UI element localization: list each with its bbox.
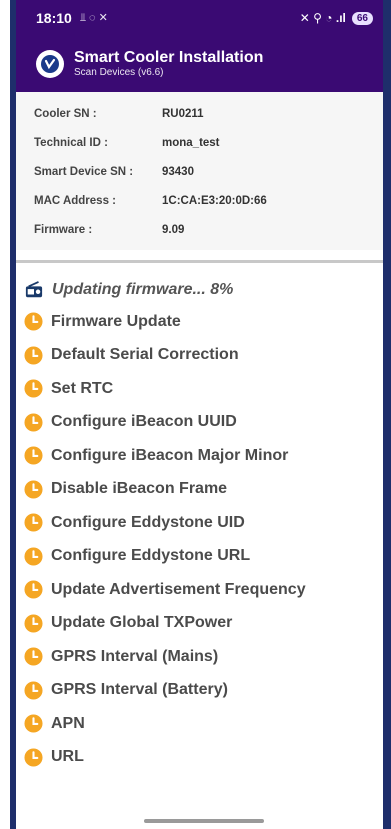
app-bar: Smart Cooler Installation Scan Devices (… <box>16 36 383 92</box>
task-label: Configure Eddystone URL <box>51 547 251 565</box>
task-label: Disable iBeacon Frame <box>51 480 228 498</box>
pending-clock-icon <box>24 346 43 365</box>
task-item: Configure Eddystone UID <box>24 506 383 540</box>
task-label: Configure iBeacon UUID <box>51 413 237 431</box>
system-icons: ✕ ⚲ ◔ .ıl <box>299 11 346 25</box>
screen: 18:10 ⫫ ◌ ✕ ✕ ⚲ ◔ .ıl 66 Smart Cooler In… <box>16 0 383 829</box>
pending-clock-icon <box>24 513 43 532</box>
status-left: 18:10 ⫫ ◌ ✕ <box>36 10 108 26</box>
task-item: APN <box>24 707 383 741</box>
info-row-smart-device-sn: Smart Device SN : 93430 <box>28 157 371 186</box>
pending-clock-icon <box>24 480 43 499</box>
phone-frame: 18:10 ⫫ ◌ ✕ ✕ ⚲ ◔ .ıl 66 Smart Cooler In… <box>0 0 391 829</box>
pending-clock-icon <box>24 547 43 566</box>
cooler-sn-label: Cooler SN : <box>34 107 97 120</box>
task-list: Updating firmware... 8% Firmware Update … <box>16 269 383 774</box>
info-row-cooler-sn: Cooler SN : RU0211 <box>28 99 371 128</box>
pending-clock-icon <box>24 312 43 331</box>
task-label: Default Serial Correction <box>51 346 239 364</box>
separator <box>16 260 383 263</box>
status-bar: 18:10 ⫫ ◌ ✕ ✕ ⚲ ◔ .ıl 66 <box>16 0 383 36</box>
task-label: Configure Eddystone UID <box>51 513 245 531</box>
mac-address-label: MAC Address : <box>34 194 116 207</box>
info-row-firmware: Firmware : 9.09 <box>28 215 371 244</box>
pending-clock-icon <box>24 580 43 599</box>
task-item: GPRS Interval (Battery) <box>24 674 383 708</box>
battery-icon: 66 <box>351 11 373 25</box>
pending-clock-icon <box>24 446 43 465</box>
task-label: GPRS Interval (Mains) <box>51 647 219 665</box>
pending-clock-icon <box>24 681 43 700</box>
task-item: Firmware Update <box>24 305 383 339</box>
cooler-sn-value: RU0211 <box>162 107 204 120</box>
smart-device-sn-label: Smart Device SN : <box>34 165 134 178</box>
app-bar-titles: Smart Cooler Installation Scan Devices (… <box>74 49 263 79</box>
technical-id-label: Technical ID : <box>34 136 108 149</box>
pending-clock-icon <box>24 413 43 432</box>
info-row-technical-id: Technical ID : mona_test <box>28 128 371 157</box>
task-label: Update Global TXPower <box>51 614 233 632</box>
bezel-right <box>383 0 391 829</box>
radio-icon <box>25 281 43 298</box>
task-item: Default Serial Correction <box>24 339 383 373</box>
pending-clock-icon <box>24 647 43 666</box>
task-item: Update Global TXPower <box>24 607 383 641</box>
task-item: Update Advertisement Frequency <box>24 573 383 607</box>
task-item: GPRS Interval (Mains) <box>24 640 383 674</box>
task-item: Configure Eddystone URL <box>24 540 383 574</box>
task-item: Configure iBeacon Major Minor <box>24 439 383 473</box>
task-label: GPRS Interval (Battery) <box>51 681 228 699</box>
task-label: Update Advertisement Frequency <box>51 580 306 598</box>
info-row-mac-address: MAC Address : 1C:CA:E3:20:0D:66 <box>28 186 371 215</box>
home-indicator[interactable] <box>144 819 264 823</box>
pending-clock-icon <box>24 614 43 633</box>
task-label: APN <box>51 714 85 732</box>
task-label: Configure iBeacon Major Minor <box>51 446 289 464</box>
pending-clock-icon <box>24 714 43 733</box>
pending-clock-icon <box>24 748 43 767</box>
task-item: Configure iBeacon UUID <box>24 406 383 440</box>
task-item: Set RTC <box>24 372 383 406</box>
firmware-value: 9.09 <box>162 223 185 236</box>
status-right: ✕ ⚲ ◔ .ıl 66 <box>300 11 373 25</box>
technical-id-value: mona_test <box>162 136 220 149</box>
smart-device-sn-value: 93430 <box>162 165 194 178</box>
progress-text: Updating firmware... 8% <box>52 281 234 298</box>
firmware-label: Firmware : <box>34 223 93 236</box>
app-logo-icon <box>36 50 64 78</box>
task-label: Set RTC <box>51 379 114 397</box>
app-logo-mark <box>41 55 59 73</box>
notification-icons: ⫫ ◌ ✕ <box>79 12 108 24</box>
task-item: URL <box>24 741 383 775</box>
status-time: 18:10 <box>36 10 72 26</box>
app-subtitle: Scan Devices (v6.6) <box>74 67 164 78</box>
app-title: Smart Cooler Installation <box>74 49 264 66</box>
pending-clock-icon <box>24 379 43 398</box>
device-info-panel: Cooler SN : RU0211 Technical ID : mona_t… <box>16 92 383 250</box>
progress-status: Updating firmware... 8% <box>24 275 383 305</box>
task-label: Firmware Update <box>51 312 181 330</box>
task-item: Disable iBeacon Frame <box>24 473 383 507</box>
task-label: URL <box>51 748 84 766</box>
mac-address-value: 1C:CA:E3:20:0D:66 <box>162 194 267 207</box>
